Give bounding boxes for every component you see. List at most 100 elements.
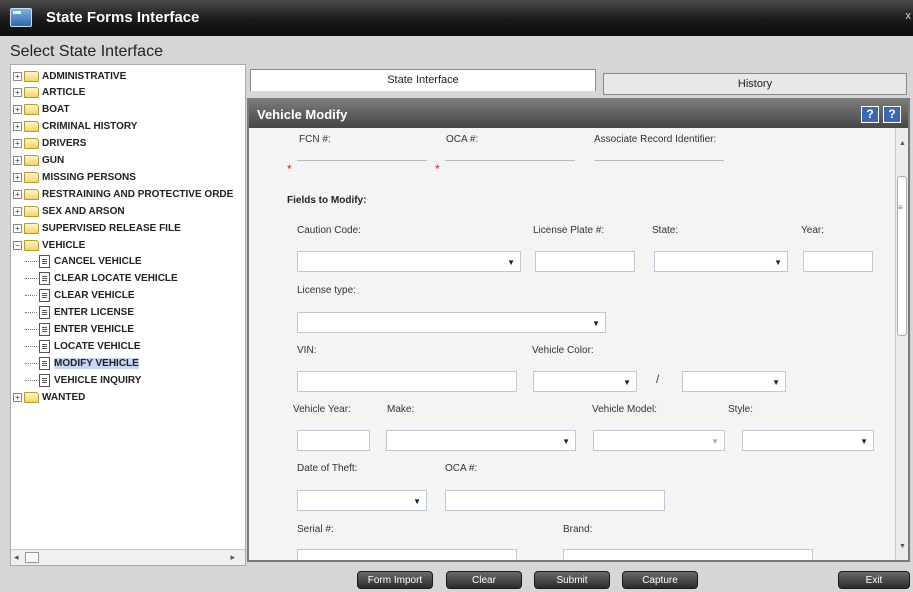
year-input[interactable]: [803, 251, 873, 272]
folder-icon: [24, 391, 39, 403]
associate-record-identifier-field[interactable]: [594, 160, 724, 161]
expand-icon[interactable]: +: [13, 88, 22, 98]
form-vertical-scrollbar[interactable]: ▲ ≡ ▼: [895, 128, 908, 560]
document-icon: [39, 306, 50, 320]
scroll-left-icon[interactable]: ◂: [14, 552, 19, 563]
tree-item[interactable]: VEHICLE INQUIRY: [25, 372, 141, 388]
serial-label: Serial #:: [297, 524, 334, 535]
expand-icon[interactable]: +: [13, 122, 22, 132]
tree-item[interactable]: + ARTICLE: [13, 85, 85, 101]
tree-item-label: CLEAR VEHICLE: [54, 290, 135, 302]
color-separator: /: [656, 372, 660, 386]
vehicle-year-input[interactable]: [297, 430, 370, 451]
tree-item[interactable]: + GUN: [13, 153, 64, 169]
tree-item[interactable]: MODIFY VEHICLE: [25, 355, 139, 371]
tree-item[interactable]: + SUPERVISED RELEASE FILE: [13, 220, 181, 236]
tree-item[interactable]: ENTER LICENSE: [25, 305, 134, 321]
form-import-button[interactable]: Form Import: [357, 571, 433, 589]
tree-item[interactable]: CANCEL VEHICLE: [25, 254, 142, 270]
scroll-thumb[interactable]: [25, 552, 39, 563]
chevron-down-icon: ▼: [623, 378, 631, 387]
document-icon: [39, 373, 50, 387]
license-plate-input[interactable]: [535, 251, 635, 272]
expand-icon[interactable]: +: [13, 223, 22, 233]
document-icon: [39, 289, 50, 303]
clear-button[interactable]: Clear: [446, 571, 522, 589]
make-select[interactable]: ▼: [386, 430, 576, 451]
form-title: Vehicle Modify: [257, 107, 348, 122]
tree-item-label: LOCATE VEHICLE: [54, 340, 141, 352]
expand-icon[interactable]: +: [13, 71, 22, 81]
vin-input[interactable]: [297, 371, 517, 392]
expand-icon[interactable]: +: [13, 105, 22, 115]
license-type-label: License type:: [297, 285, 356, 296]
expand-icon[interactable]: +: [13, 156, 22, 165]
tree-item-label: ADMINISTRATIVE: [42, 70, 127, 82]
tree-item[interactable]: + MISSING PERSONS: [13, 169, 136, 185]
button-bar: Form Import Clear Submit Capture Exit: [0, 566, 913, 592]
expand-icon[interactable]: +: [13, 206, 22, 216]
tree-item[interactable]: ENTER VEHICLE: [25, 322, 134, 338]
tree-item[interactable]: + ADMINISTRATIVE: [13, 68, 126, 84]
tree-item[interactable]: LOCATE VEHICLE: [25, 338, 140, 354]
vehicle-color-secondary-select[interactable]: ▼: [682, 371, 786, 392]
help-icon[interactable]: ?: [883, 106, 901, 123]
chevron-down-icon: ▼: [507, 258, 515, 267]
tree-horizontal-scrollbar[interactable]: ◂ ▸: [11, 549, 245, 565]
serial-input[interactable]: [297, 549, 517, 560]
expand-icon[interactable]: +: [13, 392, 22, 402]
brand-input[interactable]: [563, 549, 813, 560]
scroll-thumb[interactable]: [897, 176, 907, 336]
license-type-select[interactable]: ▼: [297, 312, 606, 333]
tree-item-label: CRIMINAL HISTORY: [42, 121, 138, 133]
state-interface-tree[interactable]: + ADMINISTRATIVE + ARTICLE + BOAT + CRIMINAL HI…: [10, 64, 246, 566]
tree-item[interactable]: + BOAT: [13, 102, 70, 118]
vehicle-model-select[interactable]: ▼: [593, 430, 725, 451]
expand-icon[interactable]: +: [13, 139, 22, 149]
scroll-up-icon[interactable]: ▲: [899, 140, 906, 147]
tree-item[interactable]: CLEAR VEHICLE: [25, 288, 135, 304]
associate-record-identifier-label: Associate Record Identifier:: [594, 134, 717, 145]
style-select[interactable]: ▼: [742, 430, 874, 451]
title-bar: State Forms Interface x: [0, 0, 913, 36]
vehicle-year-label: Vehicle Year:: [293, 404, 351, 415]
tree-item-label: GUN: [42, 155, 65, 166]
tree-item[interactable]: + SEX AND ARSON: [13, 203, 125, 219]
close-icon[interactable]: x: [906, 10, 912, 22]
date-of-theft-select[interactable]: ▼: [297, 490, 427, 511]
tree-item[interactable]: + WANTED: [13, 389, 85, 405]
caution-code-select[interactable]: ▼: [297, 251, 521, 272]
submit-button[interactable]: Submit: [534, 571, 610, 589]
tree-item-label: VEHICLE INQUIRY: [54, 374, 142, 386]
document-icon: [39, 356, 50, 370]
vehicle-model-label: Vehicle Model:: [592, 404, 658, 415]
tree-item[interactable]: − VEHICLE: [13, 237, 85, 253]
state-select[interactable]: ▼: [654, 251, 788, 272]
expand-icon[interactable]: +: [13, 189, 22, 199]
scroll-down-icon[interactable]: ▼: [899, 543, 906, 550]
collapse-icon[interactable]: −: [13, 240, 22, 250]
tree-connector: [25, 345, 37, 347]
expand-icon[interactable]: +: [13, 172, 22, 182]
fcn-field[interactable]: [297, 160, 427, 161]
capture-button[interactable]: Capture: [622, 571, 698, 589]
tab-history[interactable]: History: [603, 73, 907, 95]
oca-field[interactable]: [445, 160, 575, 161]
chevron-down-icon: ▼: [774, 258, 782, 267]
exit-button[interactable]: Exit: [838, 571, 910, 589]
tree-connector: [25, 329, 37, 330]
oca-secondary-input[interactable]: [445, 490, 665, 511]
tree-item[interactable]: + CRIMINAL HISTORY: [13, 119, 137, 135]
scroll-right-icon[interactable]: ▸: [230, 552, 235, 563]
tree-item[interactable]: CLEAR LOCATE VEHICLE: [25, 271, 178, 287]
tree-item[interactable]: + RESTRAINING AND PROTECTIVE ORDE: [13, 186, 233, 202]
chevron-down-icon: ▼: [772, 378, 780, 387]
document-icon: [39, 323, 50, 336]
chevron-down-icon: ▼: [592, 319, 600, 328]
tree-item[interactable]: + DRIVERS: [13, 136, 86, 152]
help-icon[interactable]: ?: [861, 106, 879, 123]
vehicle-color-primary-select[interactable]: ▼: [533, 371, 637, 392]
tree-item-label: CANCEL VEHICLE: [54, 256, 142, 268]
tab-state-interface[interactable]: State Interface: [250, 69, 596, 91]
tree-item-label: DRIVERS: [42, 138, 87, 150]
